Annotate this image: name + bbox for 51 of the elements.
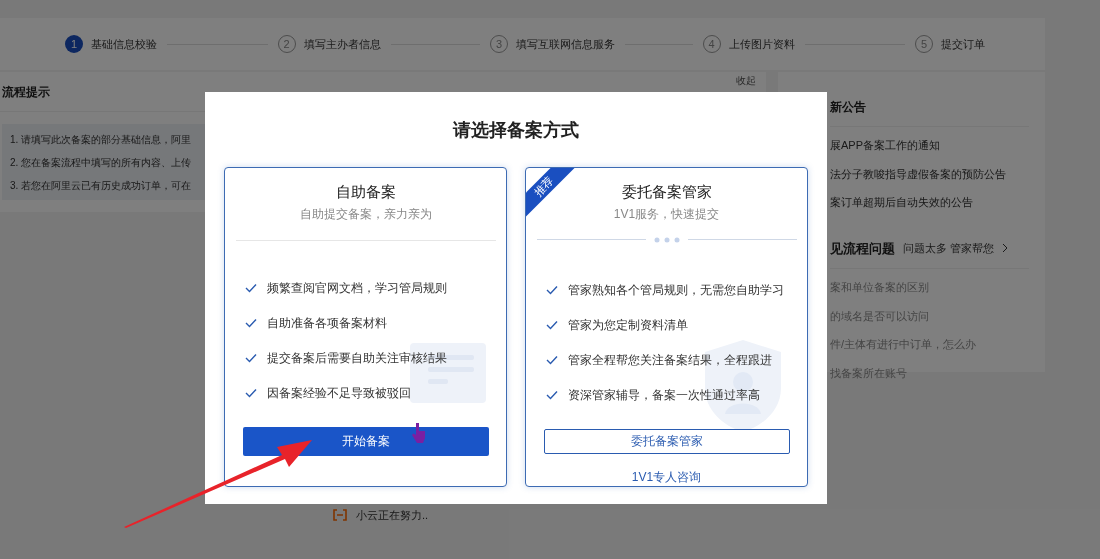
plan-title: 委托备案管家 [621,182,712,202]
check-icon [546,284,558,295]
notice-text: 3. 若您在阿里云已有历史成功订单，可在 [10,178,192,193]
check-icon [245,387,257,398]
feature-text: 提交备案后需要自助关注审核结果 [267,349,447,367]
step-label: 提交订单 [941,36,985,52]
section-title: 见流程问题 [830,239,895,258]
feature-text: 管家全程帮您关注备案结果，全程跟进 [568,351,772,369]
step-label: 填写主办者信息 [303,36,381,52]
check-icon [546,319,558,330]
notice-text: 1. 请填写此次备案的部分基础信息，阿里 [10,132,192,147]
feature-text: 自助准备各项备案材料 [267,314,387,332]
check-icon [546,354,558,365]
feature-text: 管家熟知各个管局规则，无需您自助学习 [568,281,784,299]
section-title: 新公告 [830,99,867,116]
feature-text: 管家为您定制资料清单 [568,316,688,334]
chevron-right-icon [1002,243,1009,254]
arrow-icon [122,437,314,529]
plan-subtitle: 1V1服务，快速提交 [613,205,720,223]
plan-title: 自助备案 [335,182,396,202]
step-label: 上传图片资料 [728,36,795,52]
notice-text: 2. 您在备案流程中填写的所有内容、上传 [10,155,192,170]
consult-link[interactable]: 1V1专人咨询 [631,468,702,486]
announcement-link[interactable]: 案订单超期后自动失效的公告 [830,194,1029,211]
check-icon [546,389,558,400]
collapse-link[interactable]: 收起 [736,75,756,87]
dialog-title: 请选择备案方式 [453,119,579,142]
announcement-link[interactable]: 展APP备案工作的通知 [830,137,1029,154]
feature-text: 因备案经验不足导致被驳回 [267,384,411,402]
step-label: 填写互联网信息服务 [516,36,615,52]
stars-icon [653,236,680,243]
plan-subtitle: 自助提交备案，亲力亲为 [299,205,432,223]
step-label: 基础信息校验 [91,36,157,52]
document-icon [410,343,486,403]
announcement-link[interactable]: 法分子教唆指导虚假备案的预防公告 [830,165,1029,182]
recommended-ribbon: 推荐 [526,168,576,218]
feature-text: 资深管家辅导，备案一次性通过率高 [568,386,760,404]
plan-card[interactable]: 推荐 委托备案管家 1V1服务，快速提交 管家熟知各个管局规则，无需您自助学习 管家为您定制资料清单 管家全程帮您关注备案结果，全程跟进 资深管家辅导，备案一次性通过率高 委托备案管家 1V1专人咨询 [525,167,808,487]
feature-text: 频繁查阅官网文档，学习管局规则 [267,279,447,297]
hand-cursor-icon [412,423,426,443]
start-button[interactable]: 开始备案 [242,426,489,456]
loading-text: 小云正在努力.. [356,508,429,523]
check-icon [245,317,257,328]
check-icon [245,352,257,363]
cloud-logo-icon [332,509,348,522]
delegate-button[interactable]: 委托备案管家 [543,428,790,454]
step-number: 1 [65,35,83,53]
butler-link[interactable]: 问题太多 管家帮您 [903,240,995,257]
plan-card[interactable]: 自助备案 自助提交备案，亲力亲为 频繁查阅官网文档，学习管局规则 自助准备各项备案材料 提交备案后需要自助关注审核结果 因备案经验不足导致被驳回 开始备案 [224,167,507,487]
panel-title: 流程提示 [2,83,50,101]
check-icon [245,282,257,293]
